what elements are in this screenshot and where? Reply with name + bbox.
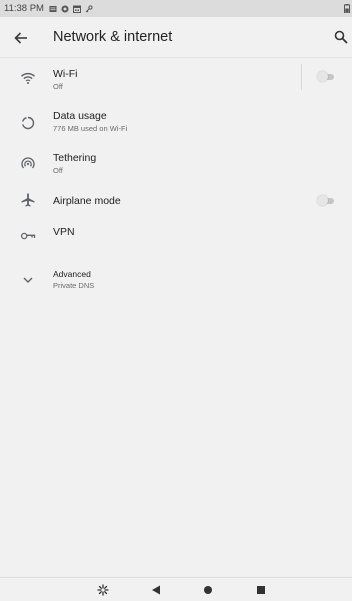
tethering-title: Tethering	[53, 152, 97, 164]
navigation-bar	[0, 577, 352, 601]
data-usage-summary: 776 MB used on Wi-Fi	[53, 124, 128, 133]
airplane-mode-row[interactable]: Airplane mode	[0, 186, 352, 216]
advanced-row[interactable]: Advanced Private DNS	[0, 262, 352, 302]
advanced-title: Advanced	[53, 269, 91, 279]
message-icon	[49, 5, 57, 12]
wifi-row[interactable]: Wi-Fi Off	[0, 58, 352, 95]
status-bar: 11:38 PM	[0, 0, 352, 17]
wifi-toggle[interactable]	[317, 71, 335, 82]
key-icon	[85, 4, 93, 12]
chevron-down-icon	[23, 277, 33, 283]
data-usage-title: Data usage	[53, 110, 107, 122]
advanced-summary: Private DNS	[53, 281, 95, 290]
back-arrow-icon[interactable]	[13, 30, 29, 46]
data-usage-row[interactable]: Data usage 776 MB used on Wi-Fi	[0, 104, 352, 144]
wifi-divider	[301, 64, 302, 90]
app-switch-icon[interactable]	[97, 584, 109, 596]
status-time: 11:38 PM	[4, 3, 44, 14]
settings-screen: 11:38 PM Network & internet Wi-Fi Off Da…	[0, 0, 352, 601]
data-usage-icon	[22, 116, 35, 130]
vpn-title: VPN	[53, 226, 75, 238]
vpn-key-icon	[20, 232, 36, 240]
airplane-mode-title: Airplane mode	[53, 195, 121, 207]
airplane-mode-toggle[interactable]	[317, 195, 335, 206]
airplane-icon	[21, 193, 35, 207]
home-circle-icon[interactable]	[202, 584, 214, 596]
vpn-row[interactable]: VPN	[0, 220, 352, 250]
shield-icon	[61, 5, 69, 12]
search-icon[interactable]	[334, 30, 348, 44]
wifi-icon	[21, 72, 35, 84]
wifi-status: Off	[53, 82, 63, 91]
battery-icon	[344, 4, 350, 13]
back-triangle-icon[interactable]	[150, 584, 162, 596]
wifi-title: Wi-Fi	[53, 68, 78, 80]
status-notification-icons	[49, 4, 93, 13]
tethering-row[interactable]: Tethering Off	[0, 144, 352, 184]
app-bar: Network & internet	[0, 17, 352, 58]
calendar-icon	[72, 5, 81, 13]
tethering-status: Off	[53, 166, 63, 175]
recents-square-icon[interactable]	[255, 584, 267, 596]
hotspot-icon	[21, 157, 35, 169]
page-title: Network & internet	[53, 29, 173, 45]
